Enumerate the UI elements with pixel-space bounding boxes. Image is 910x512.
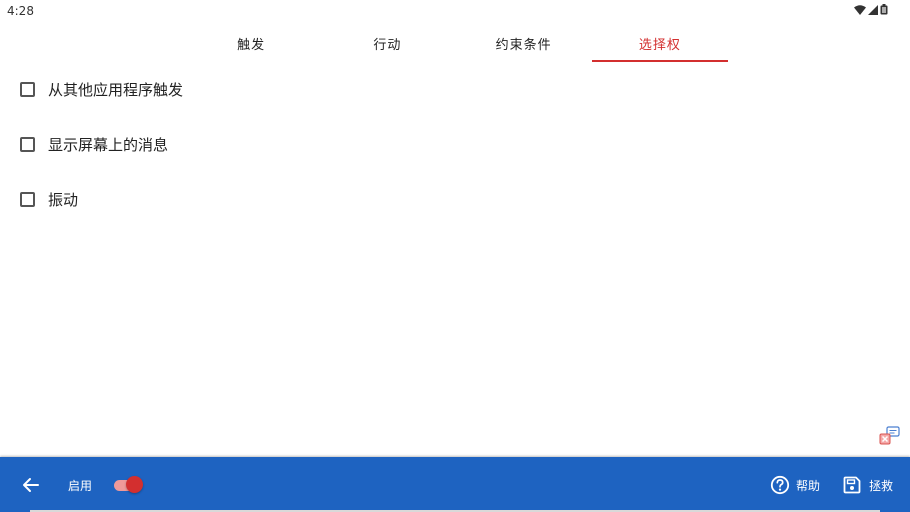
option-show-onscreen-message[interactable]: 显示屏幕上的消息 xyxy=(0,117,910,172)
toggle-thumb xyxy=(126,476,143,493)
enable-label: 启用 xyxy=(68,479,93,493)
help-label: 帮助 xyxy=(796,478,821,493)
option-label: 从其他应用程序触发 xyxy=(48,81,184,99)
back-arrow-icon[interactable] xyxy=(20,474,42,496)
macro-options-screen: 4:28 触发 行动 约束条件 选择权 从其他应用程序触发 显示屏幕上的消息 振… xyxy=(0,0,910,512)
signal-icon xyxy=(868,4,878,15)
checkbox[interactable] xyxy=(20,192,35,207)
tab-triggers[interactable]: 触发 xyxy=(183,24,319,62)
status-bar: 4:28 xyxy=(0,0,910,22)
save-icon xyxy=(843,476,861,494)
tab-options[interactable]: 选择权 xyxy=(591,24,729,62)
save-button[interactable]: 拯救 xyxy=(843,474,893,496)
option-label: 振动 xyxy=(48,191,79,209)
battery-icon xyxy=(880,4,888,15)
tab-bar: 触发 行动 约束条件 选择权 xyxy=(183,24,729,62)
checkbox[interactable] xyxy=(20,137,35,152)
options-list: 从其他应用程序触发 显示屏幕上的消息 振动 xyxy=(0,62,910,227)
help-icon xyxy=(770,475,790,495)
save-label: 拯救 xyxy=(869,478,894,493)
floating-assistant-icon[interactable] xyxy=(879,426,901,446)
wifi-icon xyxy=(854,4,866,15)
option-vibrate[interactable]: 振动 xyxy=(0,172,910,227)
tab-actions[interactable]: 行动 xyxy=(319,24,455,62)
status-time: 4:28 xyxy=(7,4,34,18)
option-label: 显示屏幕上的消息 xyxy=(48,136,169,154)
option-trigger-from-other-apps[interactable]: 从其他应用程序触发 xyxy=(0,62,910,117)
tab-constraints[interactable]: 约束条件 xyxy=(456,24,592,62)
enable-toggle[interactable] xyxy=(114,475,144,495)
checkbox[interactable] xyxy=(20,82,35,97)
bottom-action-bar: 启用 帮助 拯救 xyxy=(0,457,910,512)
status-icons xyxy=(854,4,888,15)
help-button[interactable]: 帮助 xyxy=(770,474,820,496)
